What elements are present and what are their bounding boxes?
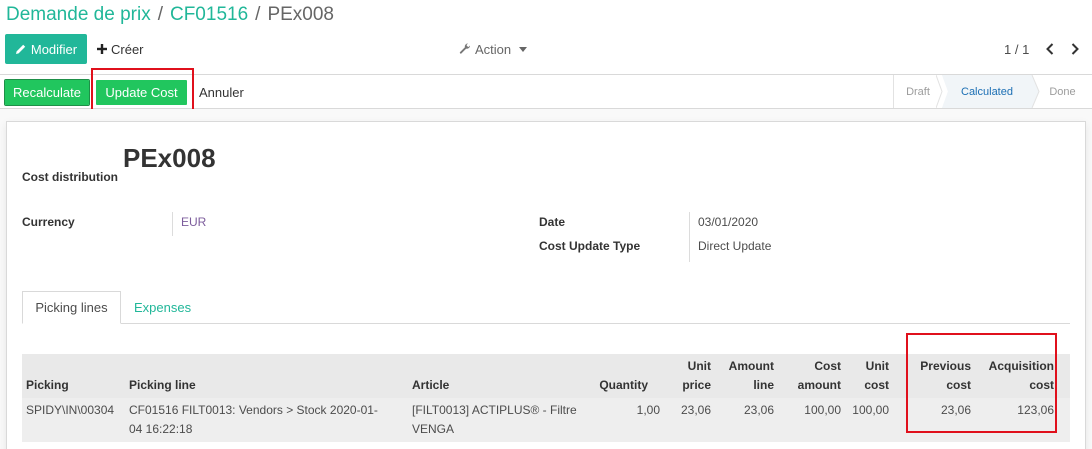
cell-article: VENGA [412,422,455,436]
column-header-amount-line[interactable]: line [716,376,774,395]
create-button[interactable]: Créer [97,34,144,64]
stage-pipeline: Draft Calculated Done [893,75,1092,108]
cell-cost-amount: 100,00 [804,403,841,417]
column-header-picking-line[interactable]: Picking line [129,376,196,395]
stage-arrow-divider [936,75,948,108]
stage-draft: Draft [906,85,930,98]
cost-update-type-value: Direct Update [698,239,772,253]
caret-down-icon [519,46,528,52]
tab-expenses[interactable]: Expenses [134,291,191,324]
cost-update-type-label: Cost Update Type [539,239,641,253]
column-header-unit-cost[interactable]: cost [846,376,889,395]
wrench-icon [459,43,471,54]
field-divider [689,212,690,262]
pencil-icon [15,44,26,54]
date-label: Date [539,215,566,229]
chevron-left-icon [1046,43,1054,55]
cell-unit-price: 23,06 [680,403,711,417]
stage-calculated: Calculated [942,75,1032,108]
breadcrumb: Demande de prix / CF01516 / PEx008 [6,4,334,26]
cost-distribution-label: Cost distribution [22,170,118,184]
pager-next-button[interactable] [1068,34,1082,64]
pager-previous-button[interactable] [1043,34,1057,64]
tab-picking-lines[interactable]: Picking lines [22,291,121,324]
column-header-picking[interactable]: Picking [26,376,69,395]
cell-amount-line: 23,06 [743,403,774,417]
currency-label: Currency [22,215,75,229]
field-divider [172,212,173,236]
cell-picking-line: CF01516 FILT0013: Vendors > Stock 2020-0… [129,403,378,417]
breadcrumb-separator: / [255,4,261,25]
chevron-right-icon [1071,43,1079,55]
record-title: PEx008 [123,143,216,173]
cell-quantity: 1,00 [636,403,660,417]
breadcrumb-separator: / [157,4,163,25]
stage-arrow-divider [1030,75,1040,108]
column-header-acquisition-cost[interactable]: cost [975,376,1054,395]
column-header-quantity[interactable]: Quantity [590,376,648,395]
cell-unit-cost: 100,00 [852,403,889,417]
breadcrumb-link-order[interactable]: CF01516 [170,4,248,25]
column-header-acquisition-cost[interactable]: Acquisition [975,357,1054,376]
action-dropdown[interactable]: Action [459,34,528,64]
date-value: 03/01/2020 [698,215,759,229]
recalculate-button[interactable]: Recalculate [4,79,90,106]
column-header-previous-cost[interactable]: Previous [900,357,971,376]
statusbar: Recalculate Update Cost Annuler Draft Ca… [0,74,1092,109]
column-header-previous-cost[interactable]: cost [900,376,971,395]
edit-button-label: Modifier [30,41,78,57]
column-header-cost-amount[interactable]: amount [780,376,841,395]
edit-button[interactable]: Modifier [5,34,87,64]
column-header-amount-line[interactable]: Amount [716,357,774,376]
column-header-unit-price[interactable]: Unit [660,357,711,376]
cell-previous-cost: 23,06 [940,403,971,417]
plus-icon [97,44,107,54]
pager-value[interactable]: 1 / 1 [1004,34,1029,64]
column-header-unit-price[interactable]: price [660,376,711,395]
cell-picking: SPIDY\IN\00304 [26,403,115,417]
cell-article: [FILT0013] ACTIPLUS® - Filtre [412,403,577,417]
breadcrumb-link-purchase-request[interactable]: Demande de prix [6,4,151,25]
create-button-label: Créer [111,41,144,57]
column-header-cost-amount[interactable]: Cost [780,357,841,376]
cell-acquisition-cost: 123,06 [1017,403,1054,417]
cell-picking-line: 04 16:22:18 [129,422,193,436]
cancel-button[interactable]: Annuler [199,80,244,105]
action-dropdown-label: Action [475,41,512,57]
column-header-unit-cost[interactable]: Unit [846,357,889,376]
update-cost-button[interactable]: Update Cost [96,80,187,105]
breadcrumb-current: PEx008 [267,4,334,25]
currency-value[interactable]: EUR [181,215,206,229]
column-header-article[interactable]: Article [412,376,449,395]
